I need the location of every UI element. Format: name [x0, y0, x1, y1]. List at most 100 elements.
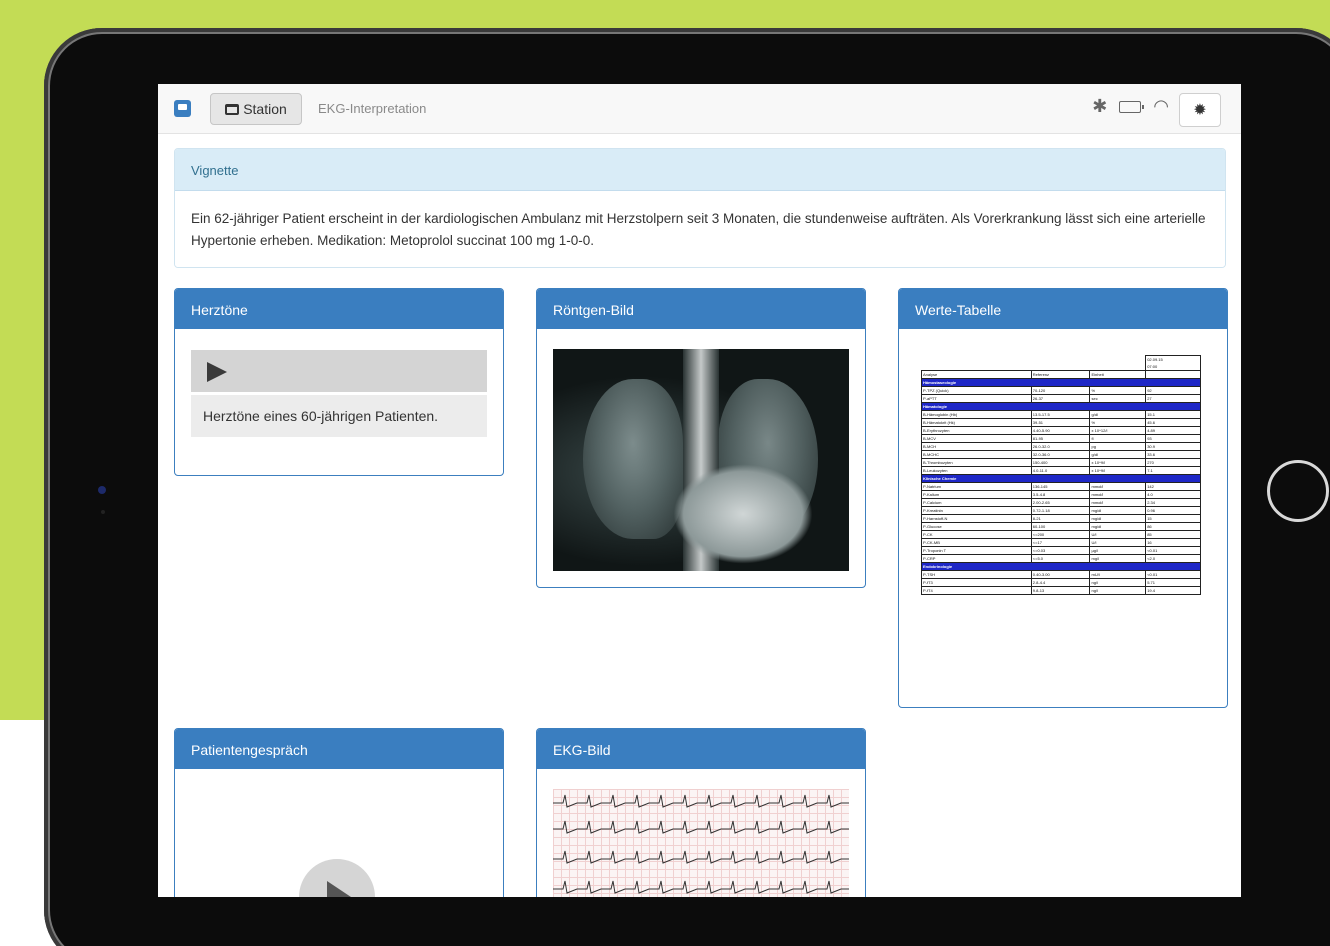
- table-section-row: Hämostaseologie: [921, 378, 1201, 387]
- station-label: Station: [243, 101, 287, 117]
- table-cell: 26.0-32.0: [1030, 442, 1091, 451]
- table-cell: mg/dl: [1089, 522, 1147, 531]
- battery-icon: [1119, 100, 1145, 113]
- table-cell: g/dl: [1089, 410, 1147, 419]
- home-button[interactable]: [1267, 460, 1329, 522]
- table-row: B-MCH 26.0-32.0 pg 30.9: [921, 442, 1201, 451]
- settings-button[interactable]: ✹: [1179, 93, 1221, 127]
- table-cell: <=17: [1030, 538, 1091, 547]
- table-cell: mmol/l: [1089, 498, 1147, 507]
- table-cell: µg/l: [1089, 546, 1147, 555]
- ekg-trace: [553, 794, 849, 894]
- table-cell: P-Harnstoff-N: [921, 514, 1032, 523]
- table-cell: mmol/l: [1089, 482, 1147, 491]
- table-cell: 85: [1145, 530, 1201, 539]
- heart-sounds-panel: Herztöne Herztöne eines 60-jährigen Pati…: [174, 288, 504, 476]
- table-cell: 4.89: [1145, 426, 1201, 435]
- ekg-lead-trace: [553, 820, 849, 834]
- ekg-image[interactable]: [553, 789, 849, 897]
- wifi-icon: ◠: [1153, 96, 1169, 116]
- table-cell: Einheit: [1089, 370, 1147, 379]
- table-cell: 32.0-36.0: [1030, 450, 1091, 459]
- table-cell: 0.72-1.18: [1030, 506, 1091, 515]
- table-cell: 30.9: [1145, 442, 1201, 451]
- xray-title: Röntgen-Bild: [537, 289, 865, 329]
- table-date-row: 02.09.15 07:00: [922, 355, 1201, 371]
- values-table-panel: Werte-Tabelle 02.09.15 07:00 Analyse Refere…: [898, 288, 1228, 708]
- table-row: P-TPZ (Quick) 70-120% 92: [921, 386, 1201, 395]
- table-cell: 13.5-17.5: [1030, 410, 1091, 419]
- bluetooth-icon: ✱: [1092, 96, 1108, 116]
- table-cell: P-CK: [921, 530, 1032, 539]
- table-cell: 60-100: [1030, 522, 1091, 531]
- station-button[interactable]: Station: [210, 93, 302, 125]
- table-cell: 2.8-4.4: [1030, 578, 1091, 587]
- table-cell: B-Thrombozyten: [921, 458, 1032, 467]
- table-cell: 86: [1145, 522, 1201, 531]
- heart-sounds-title: Herztöne: [175, 289, 503, 329]
- table-cell: mg/dl: [1089, 514, 1147, 523]
- lung-l: [583, 379, 683, 539]
- table-cell: Hämostaseologie: [921, 378, 1201, 387]
- table-row: P-Glucose 60-100 mg/dl 86: [921, 522, 1201, 531]
- gear-icon: ✹: [1193, 102, 1207, 119]
- table-cell: P-Natrium: [921, 482, 1032, 491]
- play-icon[interactable]: [207, 362, 227, 382]
- table-cell: mmol/l: [1089, 490, 1147, 499]
- values-table-title: Werte-Tabelle: [899, 289, 1227, 329]
- status-icons: ✱ ◠: [1092, 96, 1169, 117]
- audio-player[interactable]: [191, 350, 487, 392]
- table-cell: <=5.0: [1030, 554, 1091, 563]
- sensor-icon: [101, 510, 105, 514]
- table-row: Analyse Referenz Einheit: [921, 370, 1201, 379]
- table-cell: 27: [1145, 394, 1201, 403]
- vignette-title: Vignette: [175, 149, 1225, 191]
- app-screen: Station EKG-Interpretation ✱ ◠ ✹ Vignett…: [158, 84, 1241, 897]
- table-row: P-Calcium 2.00-2.65 mmol/l 2.34: [921, 498, 1201, 507]
- table-cell: g/dl: [1089, 450, 1147, 459]
- table-cell: 0.40-3.00: [1030, 570, 1091, 579]
- table-cell: <2.0: [1145, 554, 1201, 563]
- table-cell: P-fT3: [921, 578, 1032, 587]
- table-cell: sec: [1089, 394, 1147, 403]
- table-cell: x 10^12/l: [1089, 426, 1147, 435]
- table-cell: 150-400: [1030, 458, 1091, 467]
- table-cell: 7.1: [1145, 466, 1201, 475]
- video-play-button[interactable]: [299, 859, 375, 897]
- table-row: P-TSH 0.40-3.00 mU/l <0.01: [921, 570, 1201, 579]
- table-cell: P-Calcium: [921, 498, 1032, 507]
- xray-panel: Röntgen-Bild: [536, 288, 866, 588]
- table-cell: 15: [1145, 514, 1201, 523]
- table-cell: P-CRP: [921, 554, 1032, 563]
- table-cell: 81-95: [1030, 434, 1091, 443]
- table-cell: 33.6: [1145, 450, 1201, 459]
- table-row: P-fT4 9.8-13 ng/l 19.4: [921, 586, 1201, 595]
- table-cell: B-MCH: [921, 442, 1032, 451]
- table-row: B-Erythrozyten 4.40-5.90 x 10^12/l 4.89: [921, 426, 1201, 435]
- table-cell: B-MCHC: [921, 450, 1032, 459]
- app-logo-icon[interactable]: [174, 100, 191, 117]
- table-cell: ng/l: [1089, 578, 1147, 587]
- table-cell: <=0.03: [1030, 546, 1091, 555]
- table-cell: <0.01: [1145, 570, 1201, 579]
- table-cell: P-Kalium: [921, 490, 1032, 499]
- xray-image[interactable]: [553, 349, 849, 571]
- table-cell: Analyse: [921, 370, 1032, 379]
- lab-values-table[interactable]: 02.09.15 07:00 Analyse Referenz Einheit Hämos…: [921, 355, 1201, 595]
- table-cell: 270: [1145, 458, 1201, 467]
- table-cell: <0.01: [1145, 546, 1201, 555]
- table-row: P-Troponin T <=0.03 µg/l <0.01: [921, 546, 1201, 555]
- table-cell: x 10^9/l: [1089, 458, 1147, 467]
- table-cell: 4.0-11.0: [1030, 466, 1091, 475]
- table-cell: 26-37: [1030, 394, 1091, 403]
- table-cell: Klinische Chemie: [921, 474, 1201, 483]
- table-cell: P-CK-MB: [921, 538, 1032, 547]
- table-cell: 4.40-5.90: [1030, 426, 1091, 435]
- ekg-lead-trace: [553, 794, 849, 808]
- table-cell: Endokrinologie: [921, 562, 1201, 571]
- table-cell: 45.6: [1145, 418, 1201, 427]
- table-cell: mU/l: [1089, 570, 1147, 579]
- ekg-panel: EKG-Bild: [536, 728, 866, 897]
- table-cell: B-Hämoglobin (Hb): [921, 410, 1032, 419]
- table-cell: P-fT4: [921, 586, 1032, 595]
